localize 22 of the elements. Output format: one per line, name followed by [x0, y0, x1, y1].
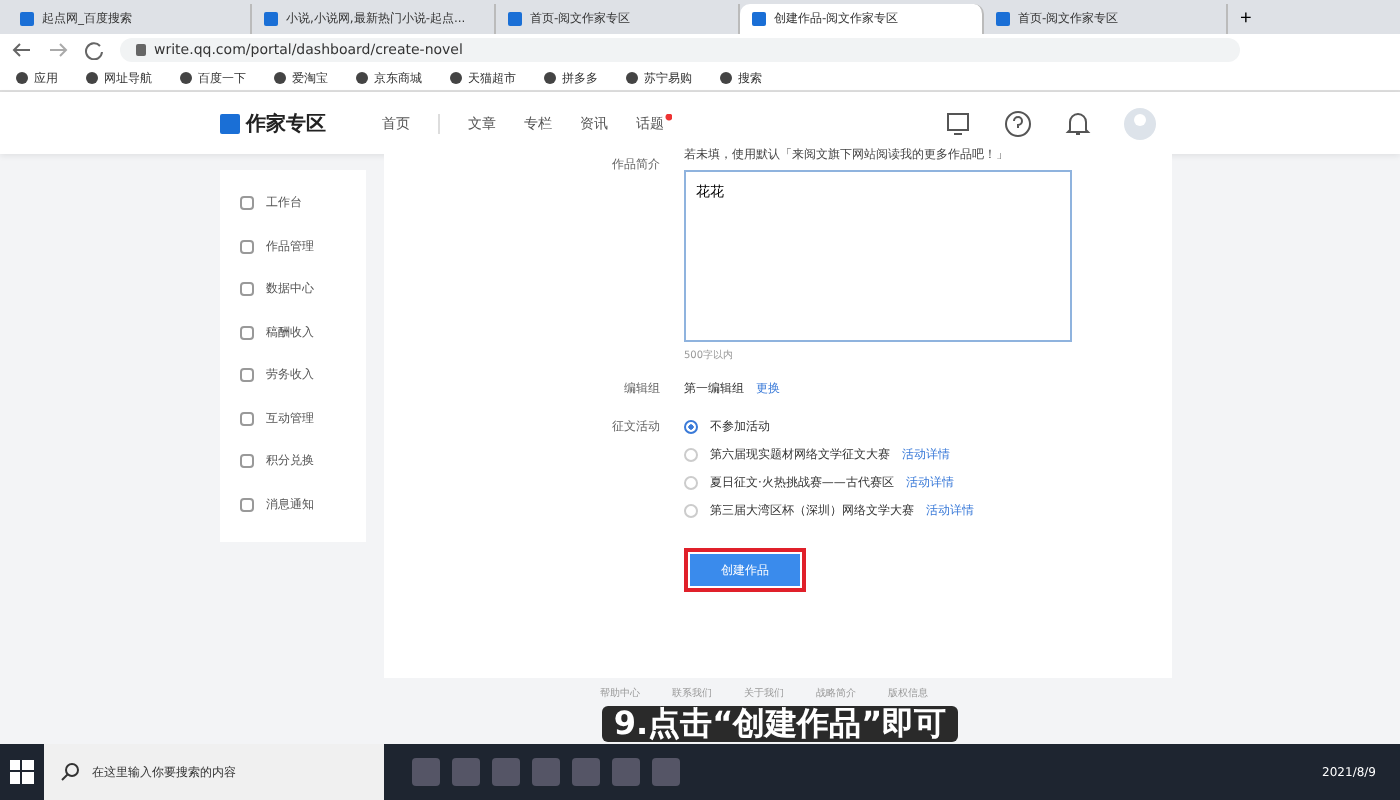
- taskbar-app[interactable]: [652, 758, 680, 786]
- video-caption: 9.点击“创建作品”即可: [601, 706, 959, 742]
- forward-icon: [48, 40, 68, 60]
- bell-icon: [1064, 109, 1092, 137]
- radio-button[interactable]: [684, 448, 698, 462]
- radio-button[interactable]: [684, 420, 698, 434]
- taskbar-app[interactable]: [452, 758, 480, 786]
- taskbar-app[interactable]: [572, 758, 600, 786]
- radio-button[interactable]: [684, 504, 698, 518]
- radio-button[interactable]: [684, 476, 698, 490]
- reload-icon: [84, 40, 104, 60]
- monitor-icon: [944, 109, 972, 137]
- help-icon: [1004, 109, 1032, 137]
- taskbar-app[interactable]: [612, 758, 640, 786]
- taskbar-app[interactable]: [492, 758, 520, 786]
- site-logo[interactable]: 作家专区: [220, 109, 326, 137]
- taskbar-app[interactable]: [412, 758, 440, 786]
- back-icon: [12, 40, 32, 60]
- search-icon: [60, 762, 80, 782]
- taskbar-app[interactable]: [532, 758, 560, 786]
- new-tab-button[interactable]: +: [1228, 4, 1264, 34]
- avatar-icon: [1124, 107, 1156, 139]
